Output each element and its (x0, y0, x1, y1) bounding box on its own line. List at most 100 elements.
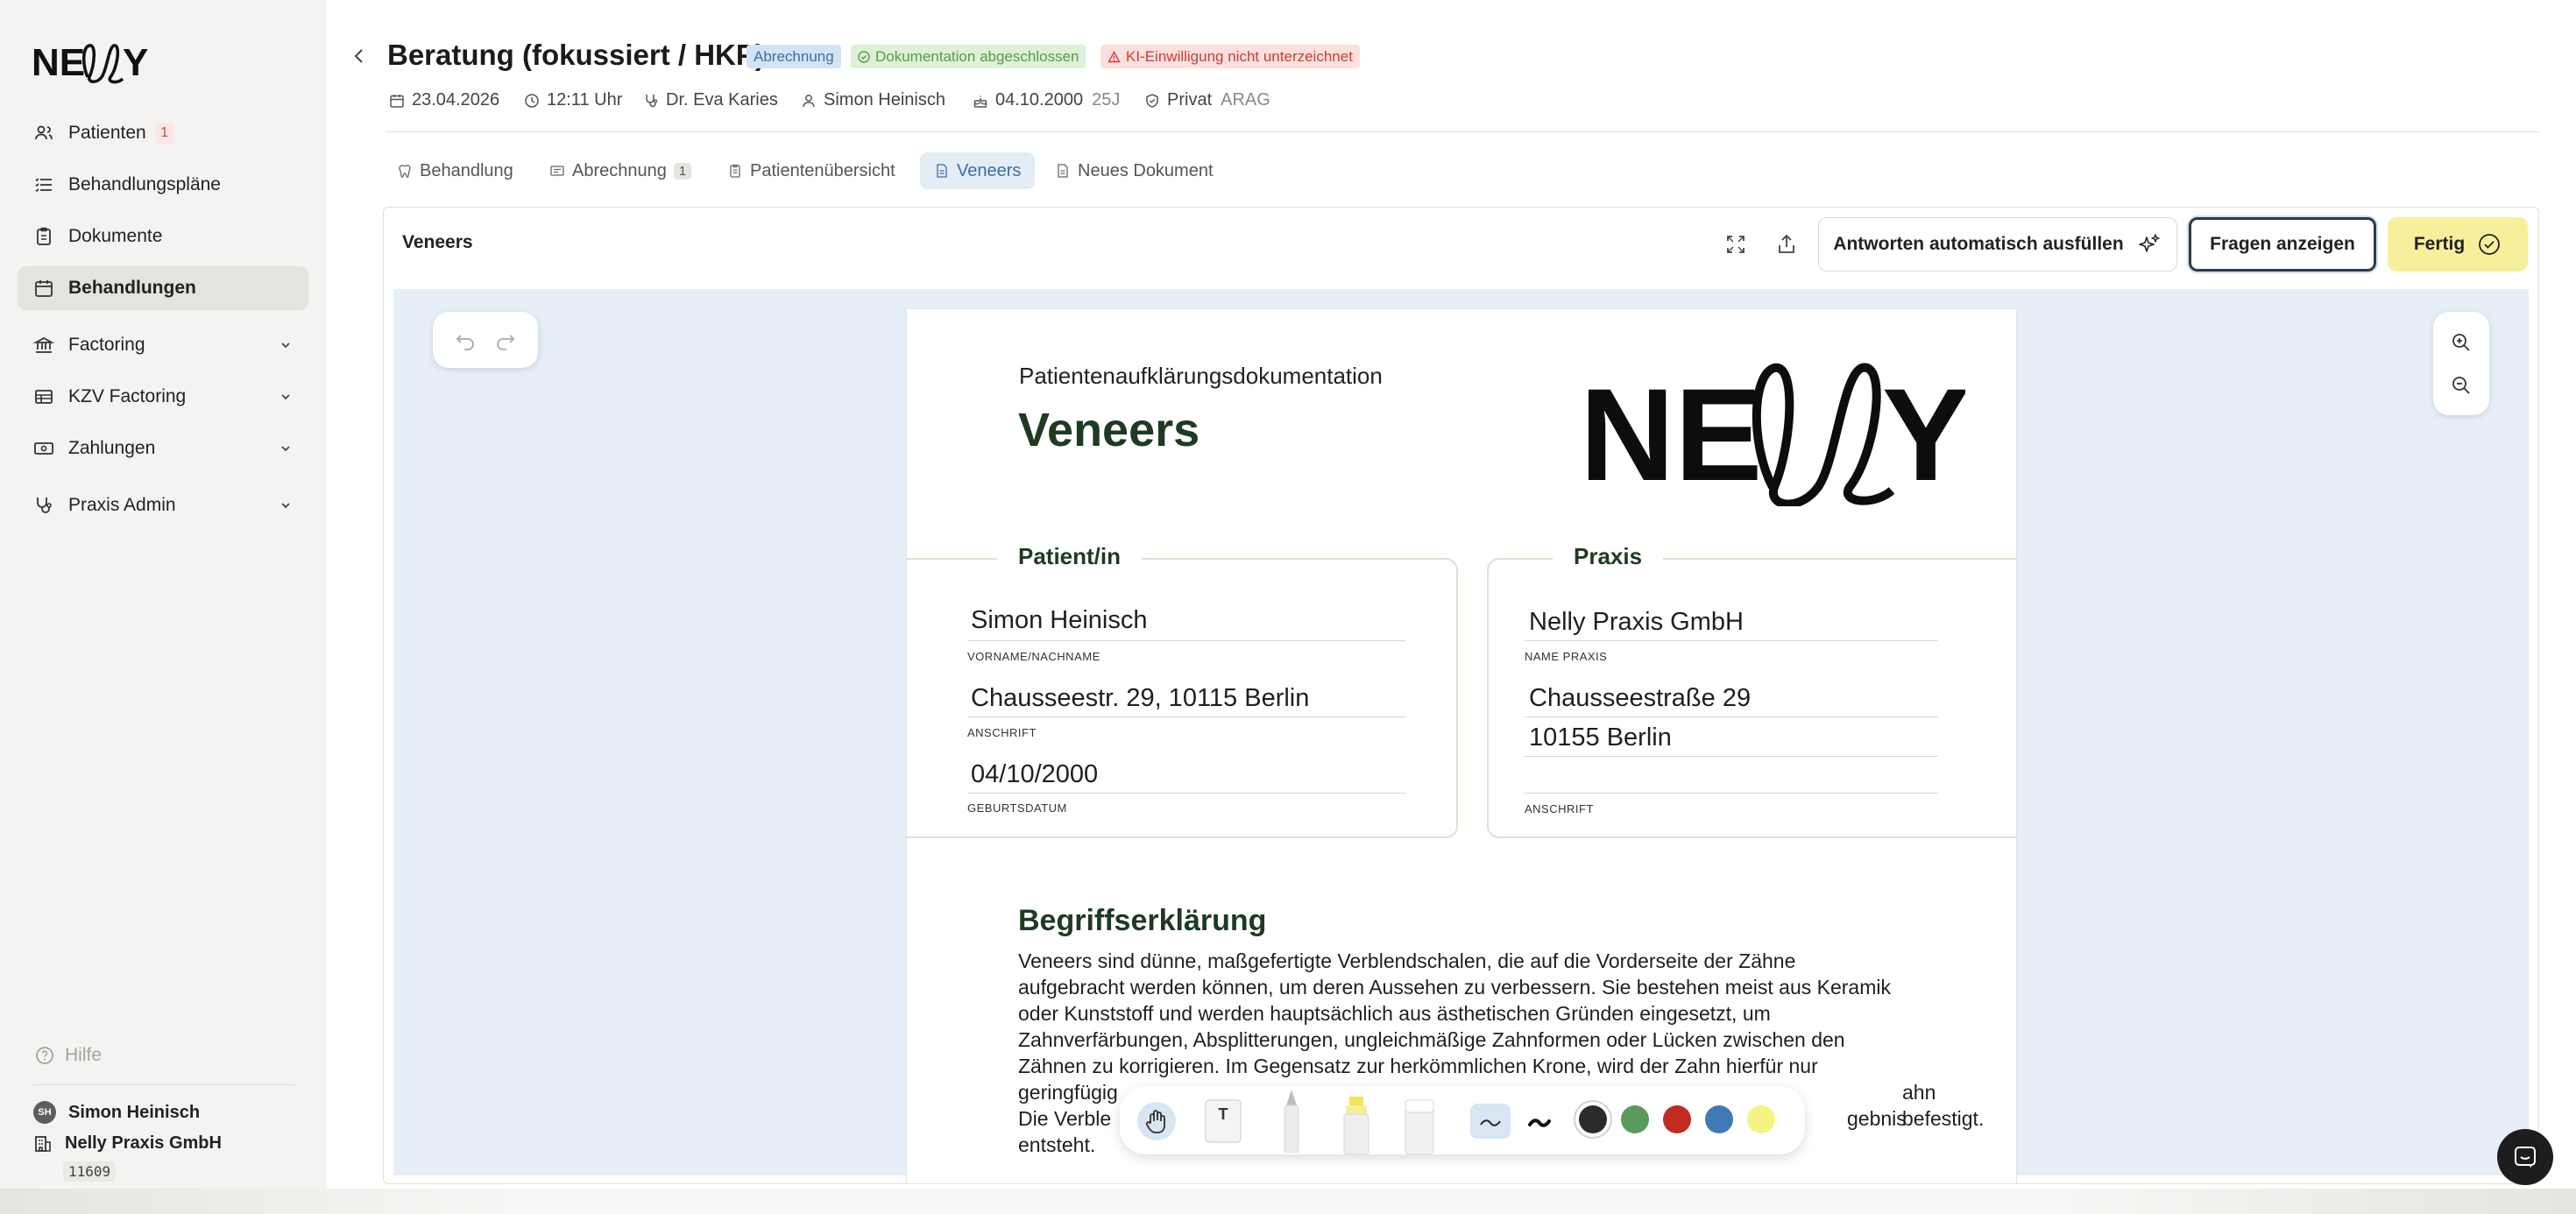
calendar-icon (390, 94, 404, 108)
color-swatch-black[interactable] (1579, 1105, 1607, 1133)
appointment-time: 12:11 Uhr (524, 90, 622, 110)
eraser-tool-icon[interactable] (1400, 1095, 1439, 1154)
zoom-out-icon[interactable] (2449, 373, 2473, 398)
color-swatch-red[interactable] (1663, 1105, 1691, 1133)
user-menu[interactable]: SH Simon Heinisch (33, 1101, 200, 1124)
practice-section-heading: Praxis (1553, 543, 1664, 570)
zoom-in-icon[interactable] (2449, 330, 2473, 355)
hand-tool-icon[interactable] (1136, 1100, 1178, 1142)
patient-birthdate-field[interactable]: 04/10/2000 (971, 760, 1098, 789)
sidebar-item-patienten[interactable]: Patienten 1 (18, 111, 308, 155)
tab-label: Abrechnung (572, 160, 667, 180)
tab-label: Behandlung (420, 160, 513, 180)
sidebar-item-factoring[interactable]: Factoring (18, 323, 308, 367)
doctor-link[interactable]: Dr. Eva Karies (643, 90, 778, 110)
text-line: aufgebracht werden können, um deren Auss… (1018, 976, 1891, 999)
text-tool-icon[interactable]: T (1203, 1097, 1243, 1146)
notification-badge: 1 (154, 123, 174, 144)
patient-name-field[interactable]: Simon Heinisch (971, 606, 1147, 635)
sidebar-item-zahlungen[interactable]: Zahlungen (18, 427, 308, 470)
color-swatch-yellow[interactable] (1747, 1105, 1775, 1133)
tab-behandlung[interactable]: Behandlung (383, 152, 527, 189)
back-arrow-icon[interactable] (349, 46, 370, 67)
show-questions-button[interactable]: Fragen anzeigen (2189, 217, 2376, 272)
user-icon (803, 94, 815, 107)
sidebar-item-label: Praxis Admin (68, 495, 176, 515)
patient-link[interactable]: Simon Heinisch (801, 90, 945, 110)
insurance-info: Privat ARAG (1144, 90, 1270, 110)
practice-city-field[interactable]: 10155 Berlin (1529, 723, 1672, 752)
nelly-logo[interactable]: NE Y (32, 39, 154, 84)
highlighter-tool-icon[interactable] (1337, 1093, 1376, 1154)
color-swatch-green[interactable] (1621, 1105, 1649, 1133)
sidebar-item-label: Zahlungen (68, 438, 156, 458)
autofill-label: Antworten automatisch ausfüllen (1833, 234, 2124, 254)
sidebar-item-label: Dokumente (68, 226, 163, 246)
definition-heading: Begriffserklärung (1018, 904, 1267, 937)
ai-consent-warning-badge: KI-Einwilligung nicht unterzeichnet (1100, 45, 1360, 68)
stethoscope-icon (646, 94, 658, 107)
sidebar-item-label: Patienten (68, 123, 146, 143)
sidebar-item-dokumente[interactable]: Dokumente (18, 215, 308, 258)
chevron-down-icon (281, 503, 290, 509)
sidebar-item-behandlungsplaene[interactable]: Behandlungspläne (18, 163, 308, 207)
undo-icon[interactable] (453, 328, 478, 352)
warning-triangle-icon (1108, 50, 1121, 62)
thick-stroke-icon[interactable] (1519, 1104, 1560, 1139)
doctor-name: Dr. Eva Karies (666, 90, 778, 109)
svg-text:NE: NE (1580, 361, 1762, 506)
practice-street-field[interactable]: Chausseestraße 29 (1529, 684, 1751, 713)
chat-support-button[interactable] (2497, 1129, 2553, 1185)
patient-name: Simon Heinisch (824, 90, 945, 109)
autofill-answers-button[interactable]: Antworten automatisch ausfüllen (1818, 217, 2177, 272)
text-line: oder Kunststoff und werden hauptsächlich… (1018, 1002, 1771, 1025)
document-icon (937, 164, 947, 178)
insurer-name: ARAG (1221, 90, 1270, 109)
zoom-controls (2433, 312, 2489, 415)
patient-address-field[interactable]: Chausseestr. 29, 10115 Berlin (971, 684, 1309, 713)
practice-switcher[interactable]: Nelly Praxis GmbH (33, 1133, 222, 1154)
help-label: Hilfe (65, 1045, 103, 1065)
check-circle-icon (858, 50, 870, 63)
tab-patientenuebersicht[interactable]: Patientenübersicht (713, 152, 909, 189)
sidebar-item-praxis-admin[interactable]: Praxis Admin (18, 483, 308, 527)
export-icon[interactable] (1773, 231, 1800, 258)
redo-icon[interactable] (493, 328, 518, 352)
patient-birthdate-label: GEBURTSDATUM (967, 801, 1067, 815)
tab-neues-dokument[interactable]: Neues Dokument (1041, 152, 1228, 189)
documentation-badge-label: Dokumentation abgeschlossen (875, 47, 1079, 65)
patient-address-label: ANSCHRIFT (967, 726, 1037, 739)
color-swatch-blue[interactable] (1705, 1105, 1733, 1133)
chat-icon (2515, 1147, 2536, 1168)
thin-stroke-icon[interactable] (1470, 1104, 1511, 1139)
tab-abrechnung[interactable]: Abrechnung 1 (535, 152, 705, 189)
field-underline (967, 793, 1405, 794)
tab-label: Veneers (957, 160, 1022, 180)
birthdate-value: 04.10.2000 (995, 90, 1084, 109)
field-underline (967, 716, 1405, 717)
sidebar-item-behandlungen[interactable]: Behandlungen (18, 266, 308, 310)
pen-tool-icon[interactable] (1276, 1086, 1307, 1153)
practice-name-field[interactable]: Nelly Praxis GmbH (1529, 608, 1744, 637)
clipboard-icon (730, 164, 740, 178)
help-link[interactable]: Hilfe (35, 1045, 102, 1066)
text-fragment: gebnis (1847, 1107, 1907, 1130)
sidebar-divider (33, 1084, 294, 1085)
done-label: Fertig (2413, 234, 2466, 254)
list-icon (35, 178, 52, 193)
text-fragment: geringfügig (1018, 1081, 1118, 1104)
svg-text:Y: Y (123, 41, 148, 84)
time-value: 12:11 Uhr (547, 90, 623, 109)
age-value: 25J (1092, 90, 1121, 109)
practice-address-label: ANSCHRIFT (1525, 802, 1594, 815)
done-button[interactable]: Fertig (2388, 217, 2528, 272)
fullscreen-icon[interactable] (1723, 231, 1749, 258)
tab-label: Patientenübersicht (750, 160, 895, 180)
clock-icon (525, 93, 539, 108)
sidebar-item-kzv-factoring[interactable]: KZV Factoring (18, 375, 308, 419)
field-underline (1525, 756, 1938, 757)
text-line: Veneers sind dünne, maßgefertigte Verble… (1018, 949, 1796, 972)
bottom-bar (0, 1189, 2576, 1214)
chevron-down-icon (281, 342, 290, 349)
tab-veneers[interactable]: Veneers (920, 152, 1036, 189)
